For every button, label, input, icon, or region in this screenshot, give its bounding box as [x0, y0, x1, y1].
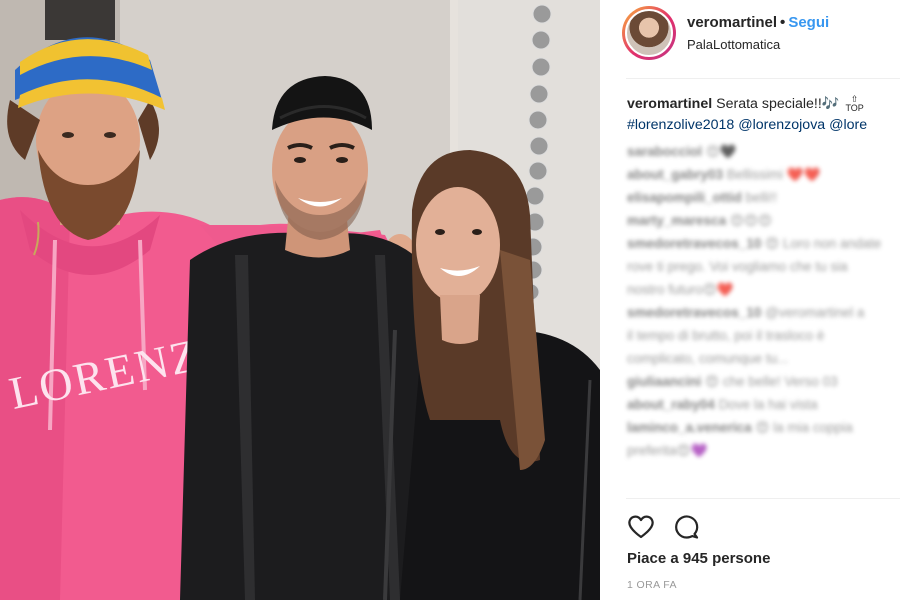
- comment-text: Dove la hai vista: [718, 397, 818, 412]
- comment-text: belli!!: [745, 190, 778, 205]
- comment-text: preferita😍💜: [627, 443, 708, 458]
- comment-username[interactable]: giuliaancini: [627, 374, 701, 389]
- comment-text: il tempo di brutto, poi il trasloco è: [627, 328, 825, 343]
- comment-bubble-icon[interactable]: [672, 512, 702, 542]
- post-side-panel: veromartinel • Segui PalaLottomatica verom…: [600, 0, 900, 600]
- post-header: veromartinel • Segui PalaLottomatica: [600, 0, 900, 72]
- caption-text: Serata speciale!!🎶: [716, 96, 840, 112]
- comment-username[interactable]: laminco_a.venerica: [627, 420, 752, 435]
- comment-item: about_raby04 Dove la hai vista: [627, 393, 900, 416]
- photo-illustration: LORENZO: [0, 0, 600, 600]
- caption-hashtags[interactable]: #lorenzolive2018 @lorenzojova @lore: [627, 115, 900, 136]
- heart-icon[interactable]: [626, 512, 656, 542]
- comment-text: 😍 la mia coppia: [755, 420, 853, 435]
- likes-count[interactable]: Piace a 945 persone: [627, 550, 770, 567]
- comment-item: il tempo di brutto, poi il trasloco è: [627, 324, 900, 347]
- comment-item: sarabocciol 😍🖤: [627, 140, 900, 163]
- comment-text: 😍 Loro non andate: [765, 236, 882, 251]
- post-timestamp[interactable]: 1 ORA FA: [627, 579, 677, 591]
- top-emoji-icon: ⇧ TOP: [845, 94, 864, 114]
- comment-text: nostro futuro😍❤️: [627, 282, 734, 297]
- post-photo[interactable]: LORENZO: [0, 0, 600, 600]
- comment-username[interactable]: about_gabry03: [627, 167, 723, 182]
- comment-text: 😍 che belle! Verso 03: [705, 374, 838, 389]
- comment-item: elisapompili_ottid belli!!: [627, 186, 900, 209]
- comment-text: Bellissimi ❤️❤️: [726, 167, 821, 182]
- top-badge-text: TOP: [845, 103, 864, 114]
- username-row: veromartinel • Segui: [687, 14, 829, 31]
- comment-item: smedoretravecos_10 😍 Loro non andate: [627, 232, 900, 255]
- caption-username[interactable]: veromartinel: [627, 96, 712, 112]
- comment-item: complicato, comunque tu...: [627, 347, 900, 370]
- comment-text: complicato, comunque tu...: [627, 351, 789, 366]
- comment-text: @veromartinel a: [765, 305, 865, 320]
- comment-username[interactable]: about_raby04: [627, 397, 715, 412]
- comment-item: laminco_a.venerica 😍 la mia coppia: [627, 416, 900, 439]
- username-link[interactable]: veromartinel: [687, 14, 777, 31]
- separator-dot: •: [780, 14, 786, 31]
- comment-username[interactable]: smedoretravecos_10: [627, 305, 761, 320]
- comment-username[interactable]: marty_maresca: [627, 213, 726, 228]
- comment-text: rove ti prego. Voi vogliamo che tu sia: [627, 259, 848, 274]
- comment-text: 😍😍😍: [729, 213, 773, 228]
- comment-item: marty_maresca 😍😍😍: [627, 209, 900, 232]
- comment-item: nostro futuro😍❤️: [627, 278, 900, 301]
- comment-username[interactable]: elisapompili_ottid: [627, 190, 742, 205]
- divider: [626, 78, 900, 79]
- story-ring[interactable]: [622, 6, 676, 60]
- follow-button[interactable]: Segui: [788, 14, 829, 31]
- post-caption: veromartinel Serata speciale!!🎶 ⇧ TOP #lo…: [627, 94, 900, 136]
- comment-item: preferita😍💜: [627, 439, 900, 462]
- comment-text: 😍🖤: [705, 144, 737, 159]
- comment-username[interactable]: smedoretravecos_10: [627, 236, 761, 251]
- divider: [626, 498, 900, 499]
- comment-item: rove ti prego. Voi vogliamo che tu sia: [627, 255, 900, 278]
- comment-item: about_gabry03 Bellissimi ❤️❤️: [627, 163, 900, 186]
- comment-username[interactable]: sarabocciol: [627, 144, 702, 159]
- comment-item: giuliaancini 😍 che belle! Verso 03: [627, 370, 900, 393]
- avatar[interactable]: [625, 9, 673, 57]
- comments-list: sarabocciol 😍🖤 about_gabry03 Bellissimi ❤…: [627, 140, 900, 462]
- location-link[interactable]: PalaLottomatica: [687, 37, 780, 52]
- comment-item: smedoretravecos_10 @veromartinel a: [627, 301, 900, 324]
